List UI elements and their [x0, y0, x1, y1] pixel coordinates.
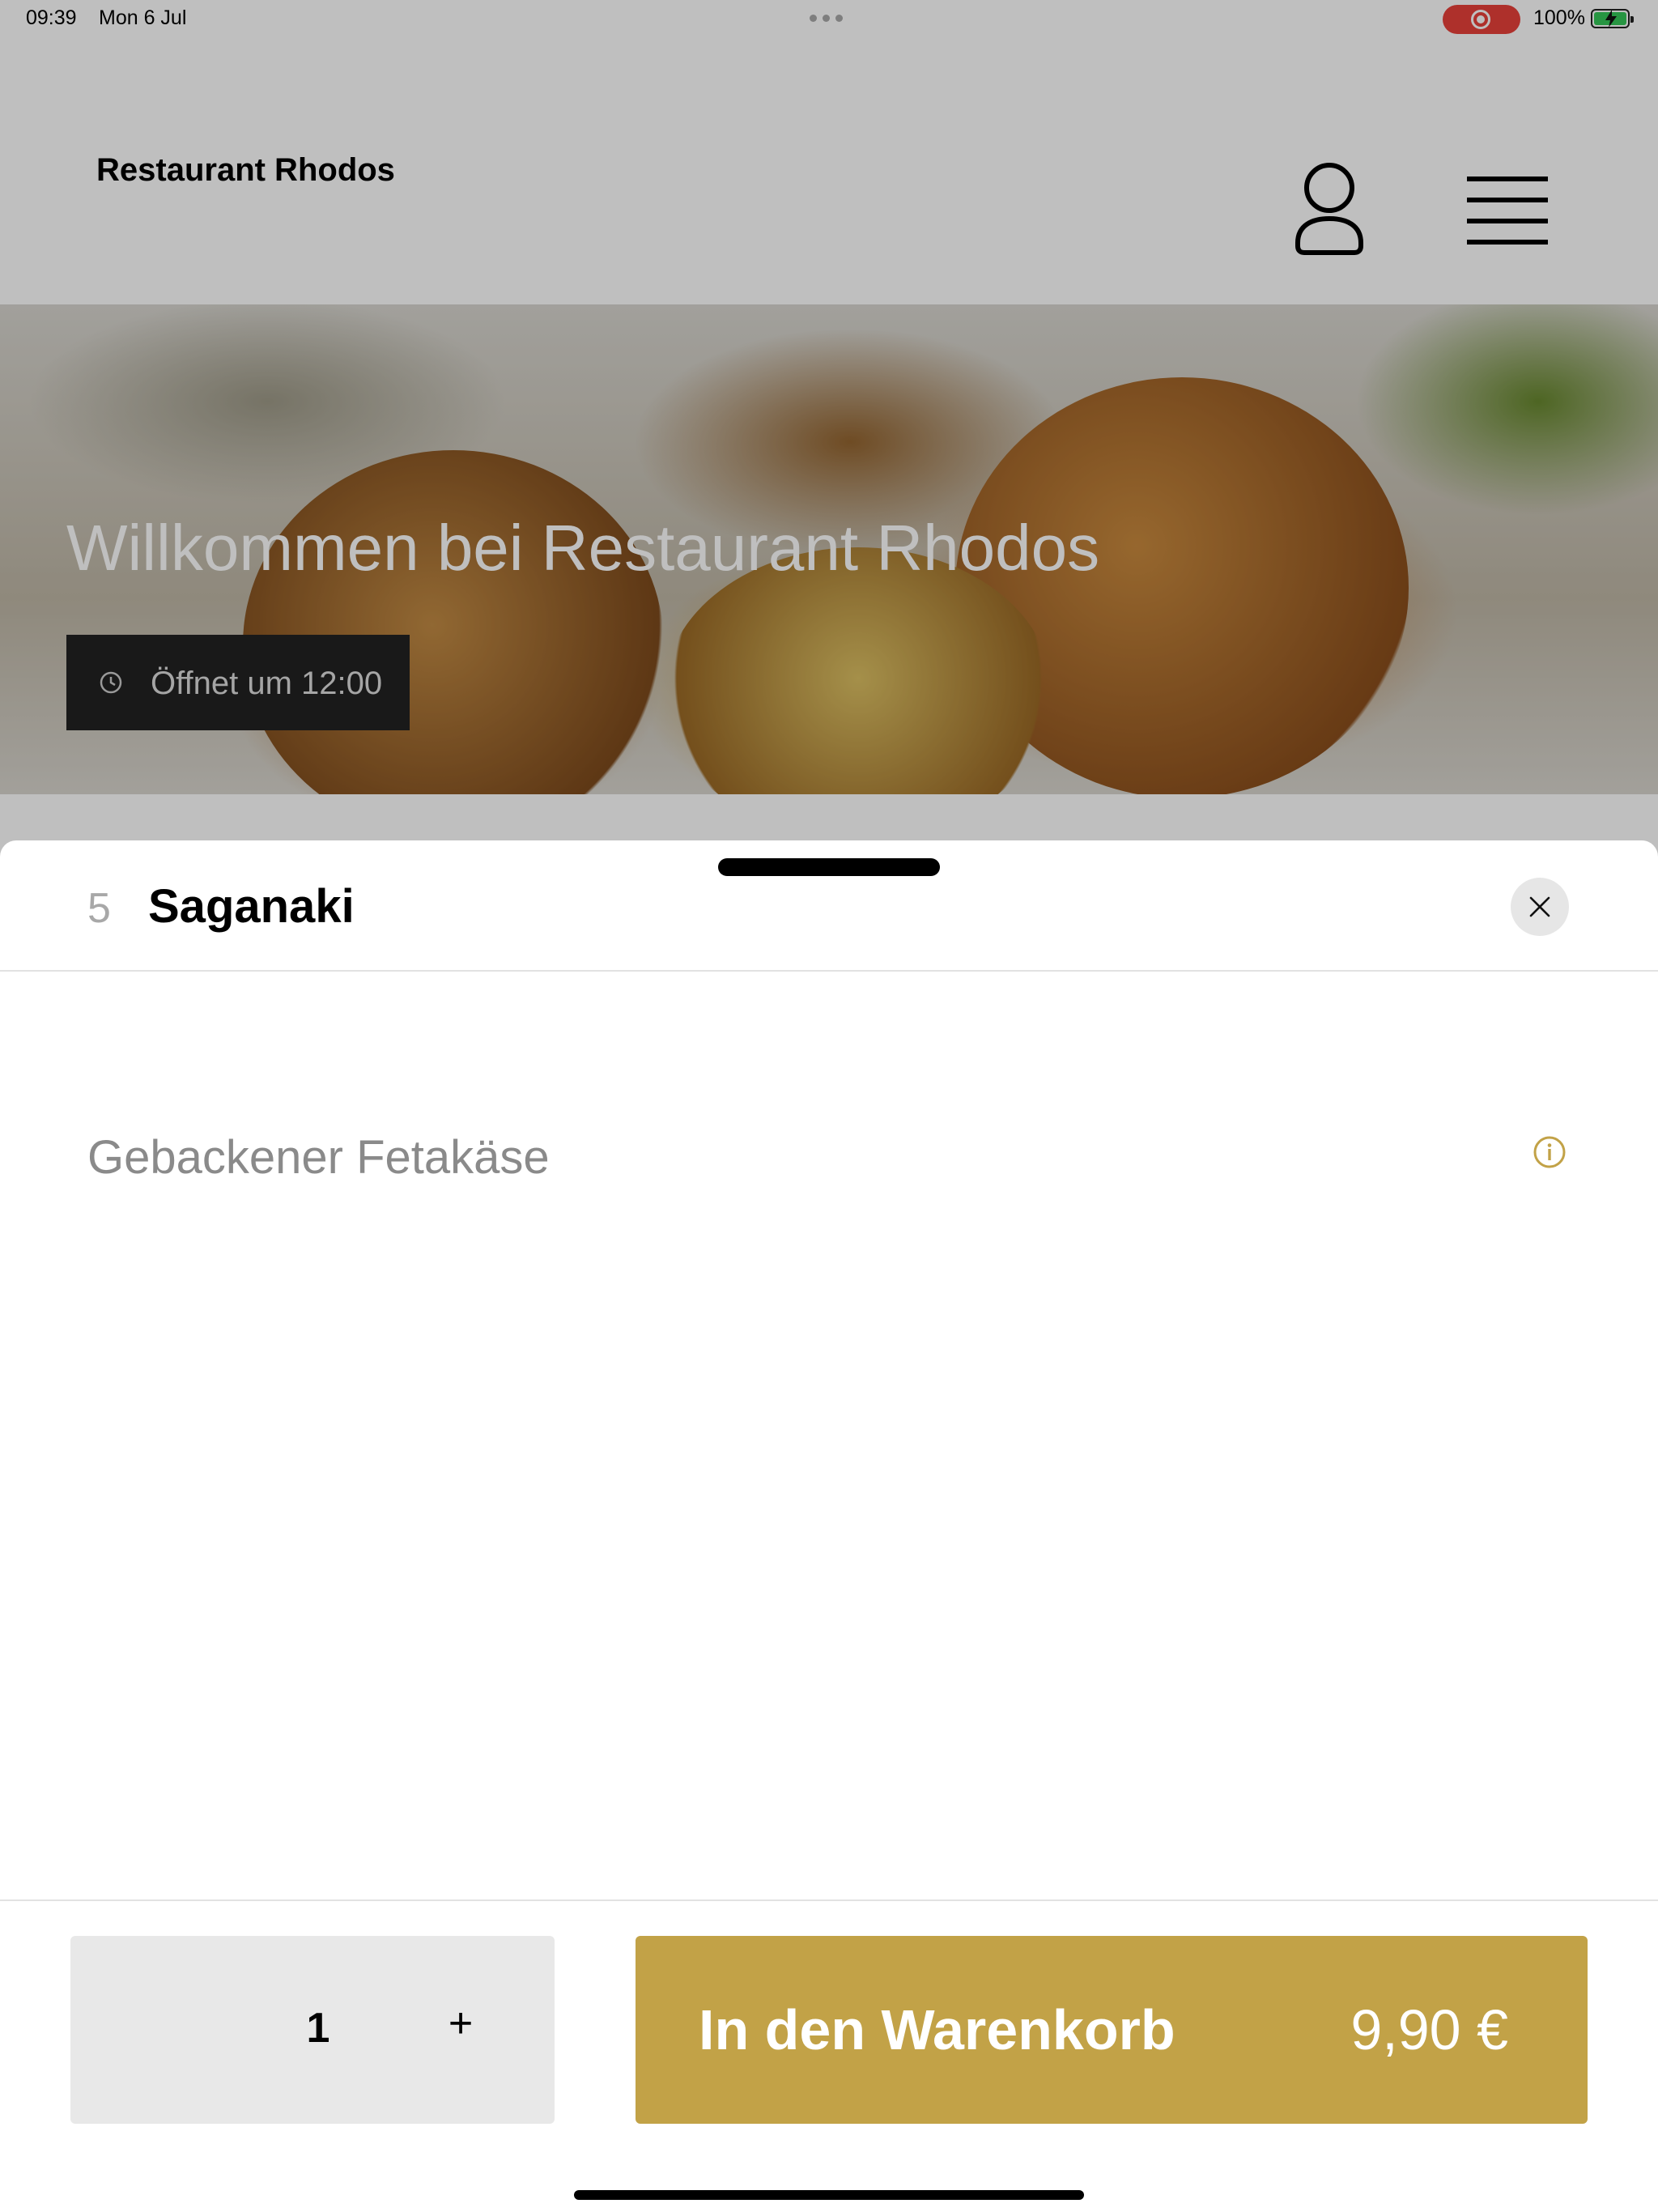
item-detail-sheet: 5 Saganaki Gebackener Fetakäse 1 + In de… [0, 840, 1658, 2212]
info-icon[interactable] [1533, 1135, 1567, 1169]
divider [0, 1899, 1658, 1901]
quantity-value: 1 [306, 2005, 330, 2052]
close-icon [1529, 896, 1550, 917]
item-name: Saganaki [148, 880, 355, 933]
item-price: 9,90 € [1350, 1998, 1508, 2061]
close-button[interactable] [1511, 878, 1569, 936]
quantity-stepper: 1 + [70, 1936, 555, 2124]
add-to-cart-label: In den Warenkorb [699, 1998, 1175, 2061]
home-indicator[interactable] [574, 2190, 1084, 2200]
add-to-cart-button[interactable]: In den Warenkorb 9,90 € [636, 1936, 1588, 2124]
item-description: Gebackener Fetakäse [87, 1131, 550, 1184]
divider [0, 970, 1658, 972]
increase-quantity-button[interactable]: + [436, 1999, 485, 2056]
sheet-grabber[interactable] [718, 858, 940, 876]
item-number: 5 [87, 885, 111, 932]
